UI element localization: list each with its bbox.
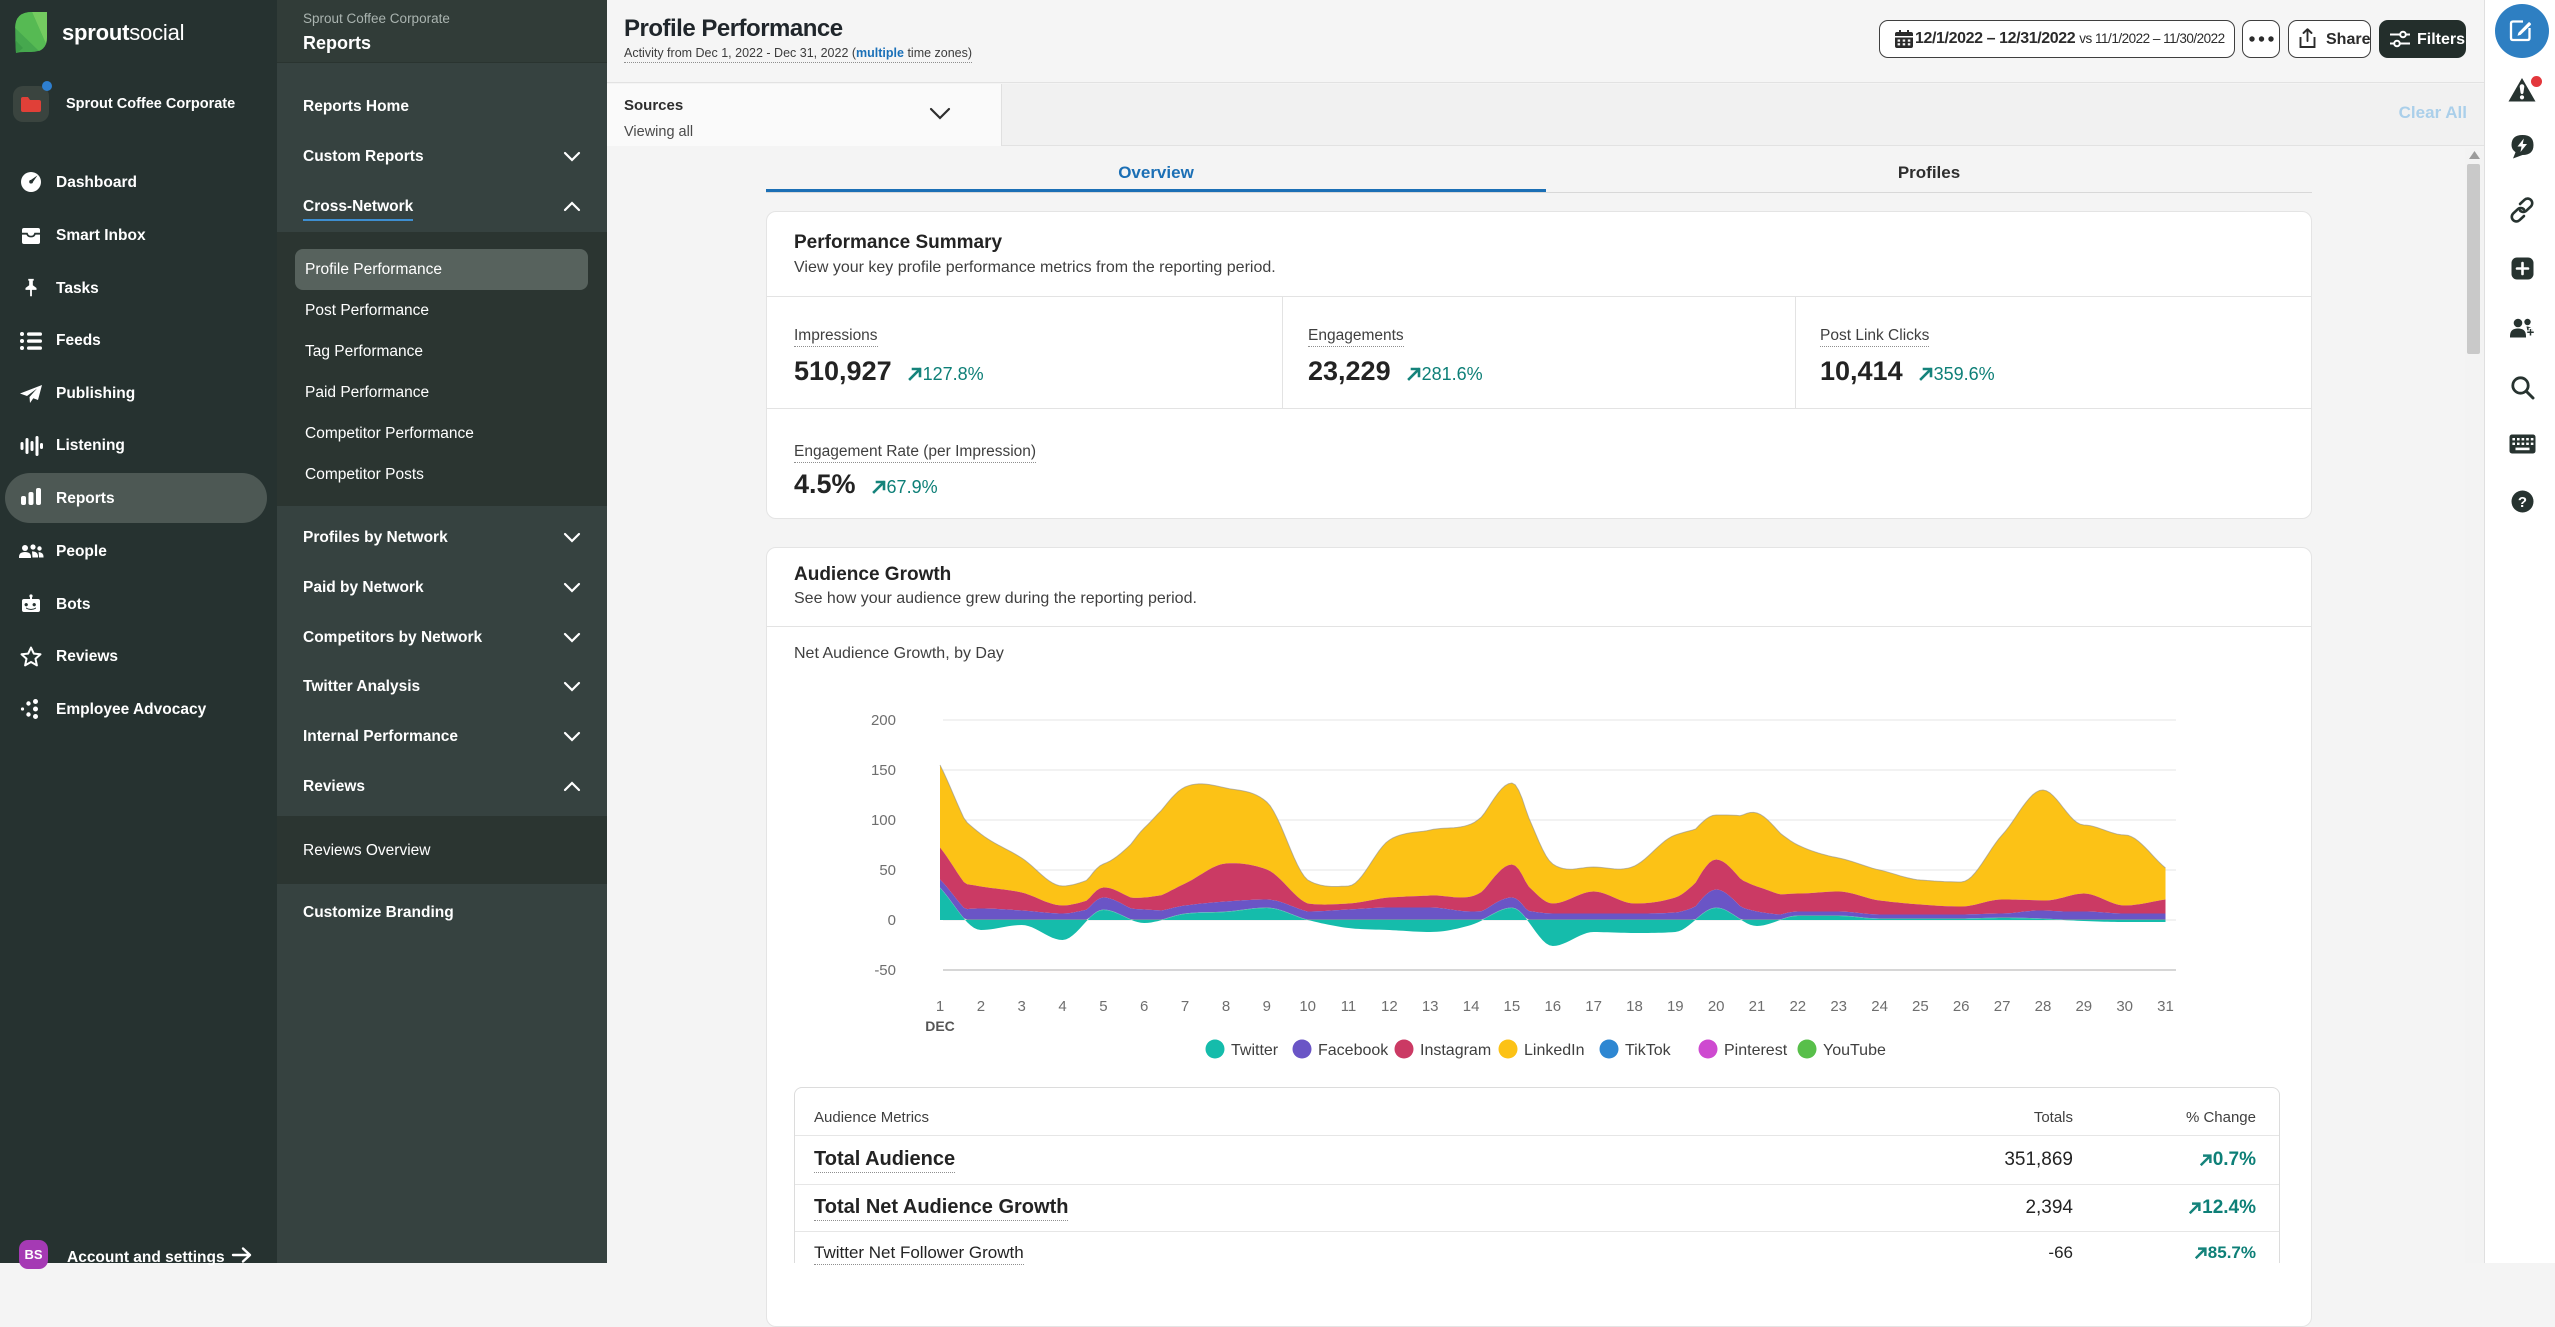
svg-text:17: 17 — [1585, 998, 1602, 1015]
svg-text:13: 13 — [1422, 998, 1439, 1015]
svg-text:25: 25 — [1912, 998, 1929, 1015]
svg-text:YouTube: YouTube — [1823, 1042, 1886, 1059]
svg-text:11: 11 — [1341, 998, 1357, 1015]
svg-text:29: 29 — [2075, 998, 2092, 1015]
svg-text:21: 21 — [1749, 998, 1766, 1015]
svg-text:-50: -50 — [874, 962, 896, 979]
svg-text:TikTok: TikTok — [1625, 1042, 1672, 1059]
svg-text:15: 15 — [1504, 998, 1521, 1015]
svg-text:100: 100 — [871, 812, 896, 829]
svg-text:31: 31 — [2157, 998, 2174, 1015]
svg-text:19: 19 — [1667, 998, 1684, 1015]
svg-text:Pinterest: Pinterest — [1724, 1042, 1788, 1059]
svg-text:7: 7 — [1181, 998, 1189, 1015]
svg-text:10: 10 — [1299, 998, 1316, 1015]
svg-text:9: 9 — [1263, 998, 1271, 1015]
svg-text:20: 20 — [1708, 998, 1725, 1015]
svg-text:16: 16 — [1544, 998, 1561, 1015]
svg-text:4: 4 — [1058, 998, 1066, 1015]
svg-text:27: 27 — [1994, 998, 2011, 1015]
svg-text:DEC: DEC — [925, 1018, 955, 1034]
svg-text:150: 150 — [871, 762, 896, 779]
svg-text:200: 200 — [871, 712, 896, 729]
svg-text:LinkedIn: LinkedIn — [1524, 1042, 1585, 1059]
svg-text:14: 14 — [1463, 998, 1480, 1015]
svg-text:3: 3 — [1018, 998, 1026, 1015]
svg-text:2: 2 — [977, 998, 985, 1015]
svg-text:5: 5 — [1099, 998, 1107, 1015]
svg-text:24: 24 — [1871, 998, 1888, 1015]
svg-text:6: 6 — [1140, 998, 1148, 1015]
svg-text:22: 22 — [1789, 998, 1806, 1015]
svg-text:8: 8 — [1222, 998, 1230, 1015]
svg-text:30: 30 — [2116, 998, 2133, 1015]
svg-text:18: 18 — [1626, 998, 1643, 1015]
svg-text:1: 1 — [936, 998, 944, 1015]
svg-text:26: 26 — [1953, 998, 1970, 1015]
svg-text:12: 12 — [1381, 998, 1398, 1015]
svg-text:Facebook: Facebook — [1318, 1042, 1389, 1059]
svg-text:28: 28 — [2035, 998, 2052, 1015]
svg-text:50: 50 — [879, 862, 896, 879]
svg-text:23: 23 — [1830, 998, 1847, 1015]
svg-text:Instagram: Instagram — [1420, 1042, 1491, 1059]
svg-text:?: ? — [2518, 494, 2527, 511]
svg-text:0: 0 — [888, 912, 896, 929]
svg-text:Twitter: Twitter — [1231, 1042, 1279, 1059]
